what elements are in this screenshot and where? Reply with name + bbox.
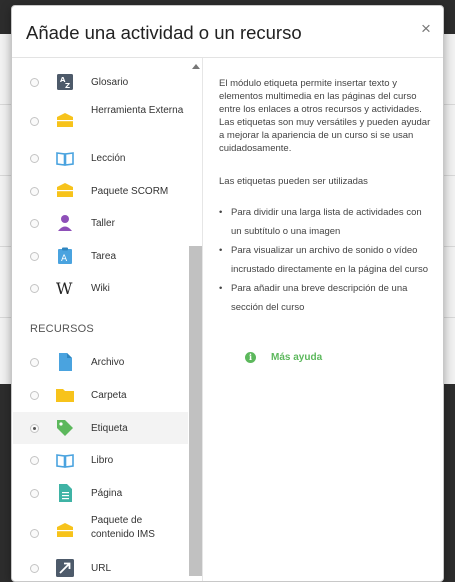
list-item-label: URL (91, 563, 112, 574)
list-item-label: Paquete de contenido IMS (91, 515, 155, 540)
list-item-label: Etiqueta (91, 423, 128, 434)
modal-title: Añade una actividad o un recurso (26, 22, 302, 43)
add-activity-modal: Añade una actividad o un recurso × A Z G… (11, 5, 444, 582)
radio-button[interactable] (30, 117, 39, 126)
scrollbar-thumb[interactable] (189, 246, 202, 576)
radio-button[interactable] (30, 187, 39, 196)
list-item-label: Carpeta (91, 390, 127, 401)
radio-button[interactable] (30, 564, 39, 573)
scorm-icon (57, 183, 73, 197)
svg-text:W: W (56, 279, 73, 297)
list-item-label: Herramienta Externa (91, 105, 184, 116)
list-item-carpeta[interactable]: Carpeta (13, 379, 188, 411)
list-item-herramienta-externa[interactable]: Herramienta Externa (13, 100, 188, 136)
svg-text:Z: Z (65, 82, 70, 90)
list-item-label: Paquete SCORM (91, 186, 169, 197)
list-item-tarea[interactable]: A Tarea (13, 240, 188, 272)
scroll-up-arrow-icon[interactable] (192, 64, 200, 69)
list-item-url[interactable]: URL (13, 552, 188, 581)
list-item-paquete-ims[interactable]: Paquete de contenido IMS (13, 509, 188, 549)
list-item-leccion[interactable]: Lección (13, 142, 188, 174)
list-item-label: Wiki (91, 283, 110, 294)
help-uses-heading: Las etiquetas pueden ser utilizadas (219, 176, 368, 187)
list-item-libro[interactable]: Libro (13, 444, 188, 476)
page-icon (59, 484, 72, 502)
list-item-glosario[interactable]: A Z Glosario (13, 66, 188, 98)
external-tool-icon (57, 113, 73, 127)
help-intro: El módulo etiqueta permite insertar text… (219, 78, 431, 154)
radio-button[interactable] (30, 391, 39, 400)
svg-text:A: A (61, 254, 68, 264)
radio-button[interactable] (30, 78, 39, 87)
glossary-icon: A Z (57, 74, 73, 90)
wiki-icon: W (56, 279, 73, 297)
ims-package-icon (57, 523, 73, 537)
lesson-icon (56, 152, 74, 166)
list-item-label: Libro (91, 455, 114, 466)
list-scrollbar[interactable] (188, 58, 202, 581)
more-help-link[interactable]: Más ayuda (271, 352, 322, 363)
help-bullet: Para dividir una larga lista de activida… (219, 203, 431, 241)
modal-header: Añade una actividad o un recurso × (12, 6, 443, 58)
list-item-label: Archivo (91, 357, 125, 368)
workshop-icon (58, 215, 72, 231)
module-help-pane: El módulo etiqueta permite insertar text… (204, 58, 443, 581)
list-item-label: Tarea (91, 251, 117, 262)
help-bullet: Para añadir una breve descripción de una… (219, 279, 431, 317)
list-item-paquete-scorm[interactable]: Paquete SCORM (13, 175, 188, 207)
radio-button[interactable] (30, 489, 39, 498)
radio-button[interactable] (30, 358, 39, 367)
help-bullet: Para visualizar un archivo de sonido o v… (219, 241, 431, 279)
close-button[interactable]: × (417, 20, 435, 38)
assignment-icon: A (58, 247, 72, 264)
label-tag-icon (57, 420, 73, 436)
radio-button[interactable] (30, 219, 39, 228)
section-heading-resources: RECURSOS (30, 323, 94, 335)
list-item-label: Taller (91, 218, 115, 229)
radio-button-selected[interactable] (30, 424, 39, 433)
file-icon (59, 353, 72, 371)
list-item-label: Página (91, 488, 123, 499)
book-icon (56, 454, 74, 468)
radio-button[interactable] (30, 284, 39, 293)
list-item-taller[interactable]: Taller (13, 207, 188, 239)
radio-button[interactable] (30, 252, 39, 261)
list-item-pagina[interactable]: Página (13, 477, 188, 509)
info-icon: i (245, 352, 256, 363)
list-item-wiki[interactable]: W Wiki (13, 272, 188, 304)
list-item-label: Lección (91, 153, 126, 164)
help-bullet-list: Para dividir una larga lista de activida… (219, 203, 431, 317)
folder-icon (56, 389, 74, 402)
radio-button[interactable] (30, 529, 39, 538)
list-item-etiqueta[interactable]: Etiqueta (13, 412, 188, 444)
list-item-label: Glosario (91, 77, 129, 88)
module-list-pane[interactable]: A Z Glosario Herramienta Externa Lección… (13, 58, 203, 581)
list-item-archivo[interactable]: Archivo (13, 346, 188, 378)
radio-button[interactable] (30, 154, 39, 163)
radio-button[interactable] (30, 456, 39, 465)
url-icon (56, 559, 74, 577)
